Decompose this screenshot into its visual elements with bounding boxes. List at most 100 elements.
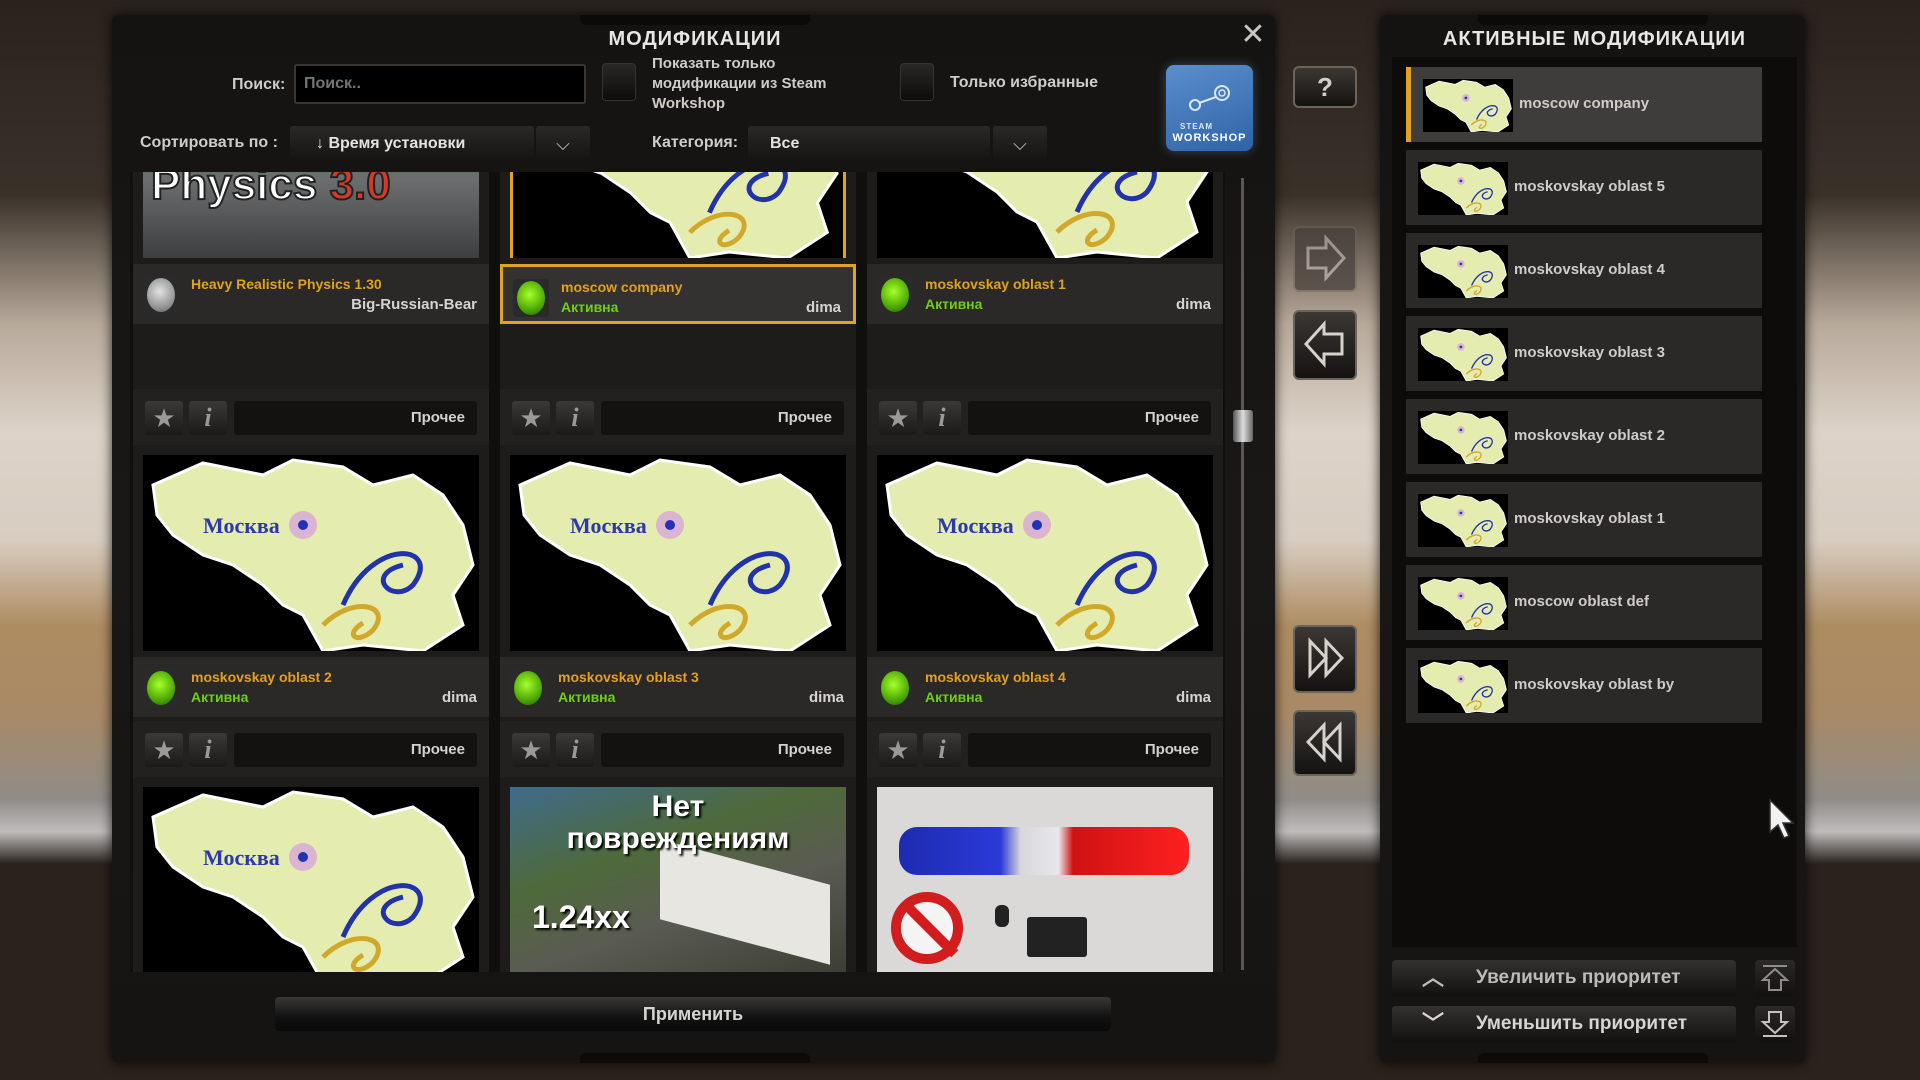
category-dropdown-toggle[interactable]: ⌵ — [993, 126, 1047, 162]
mod-info-footer: moskovskay oblast 3 Активна dima — [500, 657, 856, 717]
apply-button[interactable]: Применить — [275, 997, 1111, 1031]
chevron-down-icon: ⌵ — [556, 134, 570, 154]
close-button[interactable]: ✕ — [1238, 20, 1268, 50]
steam-only-checkbox[interactable] — [602, 63, 636, 101]
sort-dropdown[interactable]: ↓ Время установки — [290, 126, 534, 162]
mod-card[interactable]: ★ i Прочее Нет повреждениям 1.24xx — [500, 721, 856, 972]
thumb-title: Physics 3.0 — [150, 172, 392, 210]
mods-grid: Physics 3.0 Heavy Realistic Physics 1.30… — [130, 172, 1225, 972]
active-mod-item[interactable]: moscow oblast def — [1406, 565, 1762, 640]
steam-logo-icon — [1189, 85, 1230, 111]
status-on-icon — [881, 278, 909, 312]
mod-category: Прочее — [601, 733, 844, 767]
sort-label: Сортировать по : — [140, 134, 278, 151]
double-arrow-left-icon — [1305, 721, 1342, 763]
mod-card[interactable]: ★ i Прочее Москва moskovskay oblast 4 Ак… — [867, 389, 1223, 749]
favorite-button[interactable]: ★ — [879, 733, 917, 767]
mod-thumbnail: Physics 3.0 — [143, 172, 479, 258]
increase-priority-button[interactable]: ︿ Увеличить приоритет — [1392, 960, 1736, 996]
info-icon: i — [938, 735, 946, 764]
mod-status-indicator[interactable] — [877, 276, 913, 314]
mod-category: Прочее — [234, 733, 477, 767]
active-mod-thumbnail — [1418, 577, 1508, 630]
mod-card[interactable]: ★ i Прочее — [867, 721, 1223, 972]
moscow-map-image: Москва — [877, 455, 1213, 651]
info-button[interactable]: i — [556, 733, 594, 767]
favorite-button[interactable]: ★ — [879, 401, 917, 435]
scrollbar-thumb[interactable] — [1233, 410, 1253, 442]
active-mod-item[interactable]: moscow company — [1406, 67, 1762, 142]
mod-status-indicator[interactable] — [143, 276, 179, 314]
mod-card[interactable]: ★ i Прочее Москва — [133, 721, 489, 972]
scrollbar-track[interactable] — [1241, 178, 1244, 970]
steam-workshop-button[interactable]: STEAM WORKSHOP — [1166, 65, 1253, 151]
mod-thumbnail — [877, 787, 1213, 972]
deactivate-all-button[interactable] — [1293, 710, 1357, 776]
no-damage-mod-image: Нет повреждениям 1.24xx — [510, 787, 846, 972]
mod-status-indicator[interactable] — [877, 669, 913, 707]
mod-card[interactable]: ★ i Прочее Москва moskovskay oblast 3 Ак… — [500, 389, 856, 749]
mod-card[interactable]: Physics 3.0 Heavy Realistic Physics 1.30… — [133, 172, 489, 412]
mod-status: Активна — [191, 689, 249, 705]
activate-mod-button[interactable] — [1293, 226, 1357, 292]
category-dropdown[interactable]: Все — [748, 126, 990, 162]
active-mod-item[interactable]: moskovskay oblast by — [1406, 648, 1762, 723]
mod-name: moskovskay oblast 1 — [925, 276, 1066, 292]
active-mod-item[interactable]: moskovskay oblast 1 — [1406, 482, 1762, 557]
favorite-button[interactable]: ★ — [145, 733, 183, 767]
panel-notch-bottom — [580, 1053, 810, 1063]
help-icon: ? — [1317, 72, 1333, 102]
activate-all-button[interactable] — [1293, 625, 1357, 693]
favorites-checkbox[interactable] — [900, 63, 934, 101]
favorite-button[interactable]: ★ — [512, 733, 550, 767]
move-to-bottom-icon — [1760, 1011, 1790, 1037]
active-mod-name: moskovskay oblast by — [1514, 676, 1675, 693]
moscow-map-image: Москва — [877, 172, 1213, 258]
info-button[interactable]: i — [189, 733, 227, 767]
active-mod-item[interactable]: moskovskay oblast 3 — [1406, 316, 1762, 391]
star-icon: ★ — [519, 735, 543, 765]
info-icon: i — [938, 403, 946, 432]
active-mod-thumbnail — [1418, 411, 1508, 464]
info-button[interactable]: i — [556, 401, 594, 435]
move-to-top-button[interactable] — [1755, 960, 1795, 996]
info-button[interactable]: i — [923, 401, 961, 435]
moscow-map-image: Москва — [143, 455, 479, 651]
mod-thumbnail: Москва — [877, 455, 1213, 651]
info-button[interactable]: i — [923, 733, 961, 767]
chevron-up-icon: ︿ — [1422, 965, 1445, 990]
mod-status-indicator[interactable] — [513, 279, 549, 317]
mod-status-indicator[interactable] — [510, 669, 546, 707]
mod-status: Активна — [561, 299, 619, 315]
active-mod-item[interactable]: moskovskay oblast 2 — [1406, 399, 1762, 474]
increase-priority-label: Увеличить приоритет — [1476, 967, 1681, 988]
mod-thumbnail: Москва — [510, 455, 846, 651]
favorite-button[interactable]: ★ — [145, 401, 183, 435]
sort-dropdown-toggle[interactable]: ⌵ — [536, 126, 590, 162]
favorite-button[interactable]: ★ — [512, 401, 550, 435]
help-button[interactable]: ? — [1293, 66, 1357, 108]
thumb-title: Нет повреждениям — [566, 790, 790, 855]
mod-card[interactable]: Москва moskovskay oblast 1 Активна dima — [867, 172, 1223, 412]
info-button[interactable]: i — [189, 401, 227, 435]
active-mod-name: moskovskay oblast 3 — [1514, 344, 1665, 361]
deactivate-mod-button[interactable] — [1293, 310, 1357, 380]
steam-only-label: Показать только модификации из Steam Wor… — [652, 54, 827, 114]
mod-thumbnail: Нет повреждениям 1.24xx — [510, 787, 846, 972]
decrease-priority-button[interactable]: ﹀ Уменьшить приоритет — [1392, 1006, 1736, 1042]
mod-status-indicator[interactable] — [143, 669, 179, 707]
mod-card[interactable]: ★ i Прочее Москва moskovskay oblast 2 Ак… — [133, 389, 489, 749]
moscow-map-image: Москва — [143, 787, 479, 972]
mod-card[interactable]: Москва moscow company Активна dima — [500, 172, 856, 412]
search-input[interactable] — [294, 64, 586, 104]
category-label: Категория: — [652, 134, 739, 151]
active-mod-item[interactable]: moskovskay oblast 5 — [1406, 150, 1762, 225]
move-to-bottom-button[interactable] — [1755, 1006, 1795, 1042]
active-mod-item[interactable]: moskovskay oblast 4 — [1406, 233, 1762, 308]
mod-card-toolbar: ★ i Прочее — [500, 389, 856, 445]
moscow-map-image — [1418, 328, 1508, 381]
mod-info-footer: moscow company Активна dima — [500, 264, 856, 324]
mod-author: dima — [805, 299, 841, 316]
mod-category: Прочее — [968, 733, 1211, 767]
panel-notch — [1478, 15, 1708, 25]
